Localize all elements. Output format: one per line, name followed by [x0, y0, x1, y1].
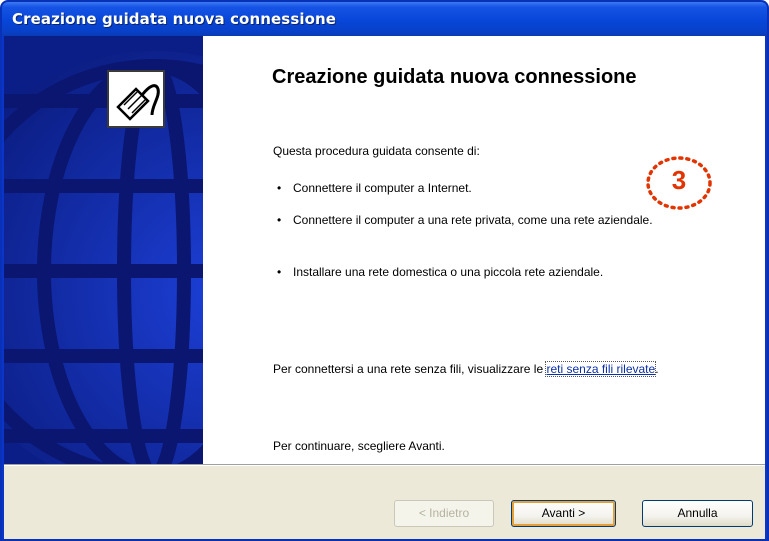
list-item-text: Installare una rete domestica o una picc… [293, 265, 604, 279]
step-number: 3 [671, 165, 687, 195]
page-title: Creazione guidata nuova connessione [272, 66, 637, 88]
wireless-hint-text: Per connettersi a una rete senza fili, v… [273, 362, 544, 376]
wireless-hint-suffix: . [655, 362, 659, 376]
title-bar[interactable]: Creazione guidata nuova connessione [2, 2, 767, 36]
next-button[interactable]: Avanti > [511, 500, 616, 527]
wizard-banner [4, 36, 203, 464]
bullet-icon: • [277, 265, 282, 279]
bullet-icon: • [277, 181, 282, 195]
network-cable-icon [107, 70, 165, 128]
globe-graphic [4, 36, 203, 464]
wizard-window: Creazione guidata nuova connessione Crea… [0, 0, 769, 541]
wizard-footer: < Indietro Avanti > Annulla [4, 466, 765, 539]
list-item-text: Connettere il computer a una rete privat… [293, 213, 653, 227]
list-item-text: Connettere il computer a Internet. [293, 181, 472, 195]
step-number-badge: 3 [645, 155, 713, 211]
wizard-content: Creazione guidata nuova connessione Ques… [203, 36, 765, 464]
network-cable-glyph [116, 84, 160, 121]
intro-text: Questa procedura guidata consente di: [273, 144, 480, 158]
wireless-hint: Per connettersi a una rete senza fili, v… [273, 361, 693, 377]
continue-instruction: Per continuare, scegliere Avanti. [273, 439, 445, 453]
bullet-icon: • [277, 213, 282, 227]
wireless-networks-link[interactable]: reti senza fili rilevate [545, 361, 657, 377]
window-title: Creazione guidata nuova connessione [12, 10, 337, 28]
cancel-button[interactable]: Annulla [642, 500, 753, 527]
back-button[interactable]: < Indietro [394, 500, 494, 527]
wizard-client-area: Creazione guidata nuova connessione Ques… [4, 36, 765, 539]
